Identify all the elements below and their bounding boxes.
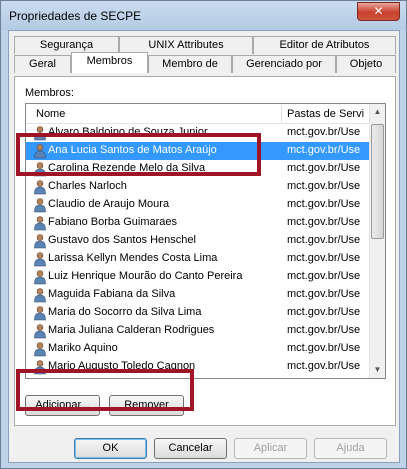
member-folder: mct.gov.br/Use [287,216,361,228]
properties-dialog: Propriedades de SECPE ✕ Segurança UNIX A… [0,0,407,469]
apply-button[interactable]: Aplicar [234,438,307,459]
user-icon [34,324,46,339]
members-label: Membros: [25,87,74,99]
tab-gerenciado-por[interactable]: Gerenciado por [232,55,336,73]
member-folder: mct.gov.br/Use [287,180,361,192]
vertical-scrollbar[interactable]: ▲ ▼ [369,104,385,378]
member-name: Luiz Henrique Mourão do Canto Pereira [48,270,243,282]
member-folder: mct.gov.br/Use [287,198,361,210]
user-icon [34,288,46,303]
scroll-thumb[interactable] [371,124,384,239]
tab-editor-de-atributos[interactable]: Editor de Atributos [253,36,396,54]
user-icon [34,270,46,285]
user-icon [34,252,46,267]
member-folder: mct.gov.br/Use [287,342,361,354]
member-name: Larissa Kellyn Mendes Costa Lima [48,252,218,264]
window-title: Propriedades de SECPE [9,9,142,23]
list-item[interactable]: Fabiano Borba Guimaraes mct.gov.br/Use [26,214,372,232]
list-item[interactable]: Luiz Henrique Mourão do Canto Pereira mct… [26,268,372,286]
list-item[interactable]: Larissa Kellyn Mendes Costa Lima mct.gov.… [26,250,372,268]
tab-membros[interactable]: Membros [71,52,148,73]
list-item[interactable]: Gustavo dos Santos Henschel mct.gov.br/Us… [26,232,372,250]
close-icon: ✕ [373,4,384,18]
column-header-name[interactable]: Nome [36,108,65,120]
member-folder: mct.gov.br/Use [287,306,361,318]
user-icon [34,234,46,249]
list-item[interactable]: Mariko Aquino mct.gov.br/Use [26,340,372,358]
member-folder: mct.gov.br/Use [287,162,361,174]
help-button[interactable]: Ajuda [314,438,387,459]
member-name: Maria do Socorro da Silva Lima [48,306,202,318]
member-folder: mct.gov.br/Use [287,360,361,372]
member-name: Claudio de Araujo Moura [48,198,170,210]
column-header-folder[interactable]: Pastas de Servi [287,108,373,120]
user-icon [34,306,46,321]
tab-membro-de[interactable]: Membro de [148,55,232,73]
user-icon [34,216,46,231]
member-name: Maguida Fabiana da Silva [48,288,176,300]
scroll-up-icon[interactable]: ▲ [370,104,385,120]
scroll-down-icon[interactable]: ▼ [370,362,385,378]
member-name: Maria Juliana Calderan Rodrigues [48,324,215,336]
list-item[interactable]: Maria Juliana Calderan Rodrigues mct.gov.… [26,322,372,340]
list-header: Nome Pastas de Servi [26,104,372,124]
member-name: Charles Narloch [48,180,127,192]
column-divider[interactable] [281,104,282,124]
member-folder: mct.gov.br/Use [287,126,361,138]
member-name: Mariko Aquino [48,342,118,354]
user-icon [34,198,46,213]
tab-objeto[interactable]: Objeto [336,55,396,73]
highlight-selected-member [16,133,261,176]
ok-button[interactable]: OK [74,438,147,459]
user-icon [34,180,46,195]
list-item[interactable]: Maguida Fabiana da Silva mct.gov.br/Use [26,286,372,304]
tab-row-front: Geral Membros Membro de Gerenciado por O… [9,52,401,73]
close-button[interactable]: ✕ [357,2,400,21]
title-bar: Propriedades de SECPE ✕ [1,1,406,30]
member-name: Gustavo dos Santos Henschel [48,234,196,246]
list-item[interactable]: Charles Narloch mct.gov.br/Use [26,178,372,196]
member-folder: mct.gov.br/Use [287,270,361,282]
highlight-action-buttons [16,369,194,411]
member-folder: mct.gov.br/Use [287,288,361,300]
cancel-button[interactable]: Cancelar [154,438,227,459]
member-name: Fabiano Borba Guimaraes [48,216,178,228]
tab-geral[interactable]: Geral [14,55,71,73]
member-folder: mct.gov.br/Use [287,252,361,264]
list-item[interactable]: Maria do Socorro da Silva Lima mct.gov.br… [26,304,372,322]
user-icon [34,342,46,357]
list-item[interactable]: Claudio de Araujo Moura mct.gov.br/Use [26,196,372,214]
member-folder: mct.gov.br/Use [287,234,361,246]
member-folder: mct.gov.br/Use [287,144,361,156]
member-folder: mct.gov.br/Use [287,324,361,336]
